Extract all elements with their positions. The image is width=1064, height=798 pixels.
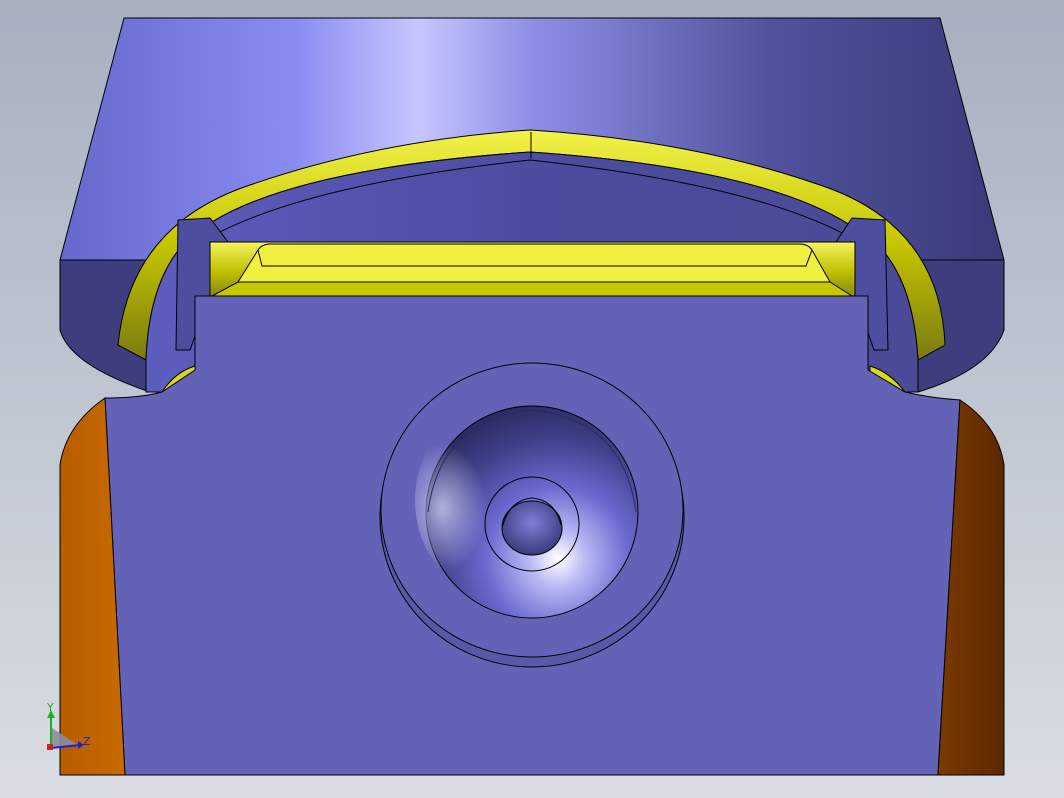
coordinate-triad: Y Z — [46, 701, 91, 750]
z-axis-label: Z — [83, 735, 91, 748]
graphics-viewport[interactable]: Y Z — [0, 0, 1064, 798]
triad-origin — [47, 744, 53, 750]
y-axis-label: Y — [46, 701, 54, 714]
